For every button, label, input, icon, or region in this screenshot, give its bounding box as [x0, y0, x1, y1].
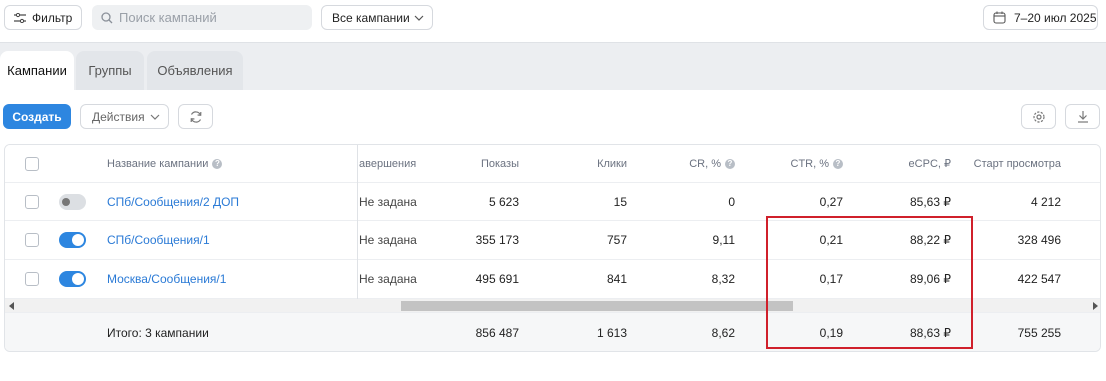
view-start: 4 212 — [1030, 194, 1061, 209]
header-name[interactable]: Название кампании? — [107, 145, 223, 182]
cr: 9,11 — [712, 233, 735, 247]
campaign-toggle[interactable] — [59, 271, 86, 287]
gear-icon — [1032, 110, 1045, 123]
header-cr[interactable]: CR, %? — [635, 145, 735, 182]
header-ctr-label: CTR, % — [790, 157, 830, 170]
campaign-name-link[interactable]: СПб/Сообщения/2 ДОП — [107, 183, 239, 220]
impressions: 495 691 — [475, 272, 519, 286]
chevron-down-icon — [150, 114, 160, 120]
actions-label: Действия — [92, 109, 145, 124]
ctr: 0,27 — [819, 194, 843, 209]
totals-view-start: 755 255 — [1017, 326, 1061, 340]
header-end[interactable]: авершения — [359, 145, 416, 182]
header-ctr[interactable]: CTR, %? — [743, 145, 843, 182]
totals-label: Итого: 3 кампании — [107, 326, 209, 340]
filter-label: Фильтр — [32, 10, 73, 25]
campaigns-select-value: Все кампании — [332, 10, 410, 25]
info-icon: ? — [725, 158, 735, 169]
highlight-box — [766, 216, 973, 349]
scroll-right-icon[interactable] — [1093, 302, 1098, 310]
end-date: Не задана — [359, 272, 417, 286]
impressions: 5 623 — [488, 194, 519, 209]
totals-impressions: 856 487 — [475, 326, 519, 340]
campaign-toggle[interactable] — [59, 193, 86, 210]
clicks: 841 — [606, 272, 627, 286]
actions-dropdown[interactable]: Действия — [80, 104, 169, 129]
cr: 8,32 — [711, 272, 735, 286]
select-all-cell — [25, 145, 39, 182]
table-header: Название кампании? авершения Показы Клик… — [5, 145, 1100, 183]
search-box[interactable] — [92, 5, 312, 30]
refresh-button[interactable] — [178, 104, 213, 129]
refresh-icon — [190, 110, 201, 123]
header-impressions[interactable]: Показы — [419, 145, 519, 182]
header-view-start[interactable]: Старт просмотра — [961, 145, 1061, 182]
totals-clicks: 1 613 — [596, 326, 627, 340]
date-range-label: 7–20 июл 2025 — [1014, 10, 1097, 25]
campaigns-select[interactable]: Все кампании — [321, 5, 433, 30]
header-clicks[interactable]: Клики — [527, 145, 627, 182]
search-input[interactable] — [119, 10, 299, 25]
view-start: 422 547 — [1017, 272, 1061, 286]
tab-campaigns[interactable]: Кампании — [0, 51, 74, 90]
tab-ads[interactable]: Объявления — [147, 51, 243, 90]
clicks: 15 — [613, 194, 627, 209]
info-icon: ? — [833, 158, 843, 169]
cr: 0 — [728, 194, 735, 209]
totals-cr: 8,62 — [711, 326, 735, 340]
chevron-down-icon — [414, 15, 424, 21]
view-start: 328 496 — [1017, 233, 1061, 247]
filter-button[interactable]: Фильтр — [4, 5, 82, 30]
filter-sliders-icon — [14, 12, 26, 23]
date-range-button[interactable]: 7–20 июл 2025 — [983, 5, 1098, 30]
frozen-column-divider — [357, 145, 358, 299]
campaign-name-link[interactable]: СПб/Сообщения/1 — [107, 221, 210, 259]
row-checkbox[interactable] — [25, 194, 39, 209]
settings-button[interactable] — [1021, 104, 1056, 129]
campaign-toggle[interactable] — [59, 232, 86, 248]
scroll-left-icon[interactable] — [9, 302, 14, 310]
end-date: Не задана — [359, 194, 417, 209]
create-button[interactable]: Создать — [3, 104, 71, 129]
header-name-label: Название кампании — [107, 157, 209, 170]
row-checkbox[interactable] — [25, 233, 39, 247]
search-icon — [101, 11, 113, 23]
tab-groups[interactable]: Группы — [76, 51, 144, 90]
calendar-icon — [993, 11, 1006, 24]
campaign-name-link[interactable]: Москва/Сообщения/1 — [107, 260, 226, 298]
info-icon: ? — [212, 158, 223, 169]
header-cr-label: CR, % — [689, 157, 721, 170]
ecpc: 85,63 ₽ — [910, 194, 951, 209]
header-ecpc[interactable]: eCPC, ₽ — [851, 145, 951, 182]
scroll-thumb[interactable] — [401, 301, 793, 311]
impressions: 355 173 — [475, 233, 519, 247]
download-button[interactable] — [1065, 104, 1100, 129]
top-toolbar: Фильтр Все кампании 7–20 июл 2025 — [0, 0, 1106, 42]
download-icon — [1077, 111, 1088, 123]
end-date: Не задана — [359, 233, 417, 247]
row-checkbox[interactable] — [25, 272, 39, 286]
clicks: 757 — [606, 233, 627, 247]
select-all-checkbox[interactable] — [25, 156, 39, 171]
